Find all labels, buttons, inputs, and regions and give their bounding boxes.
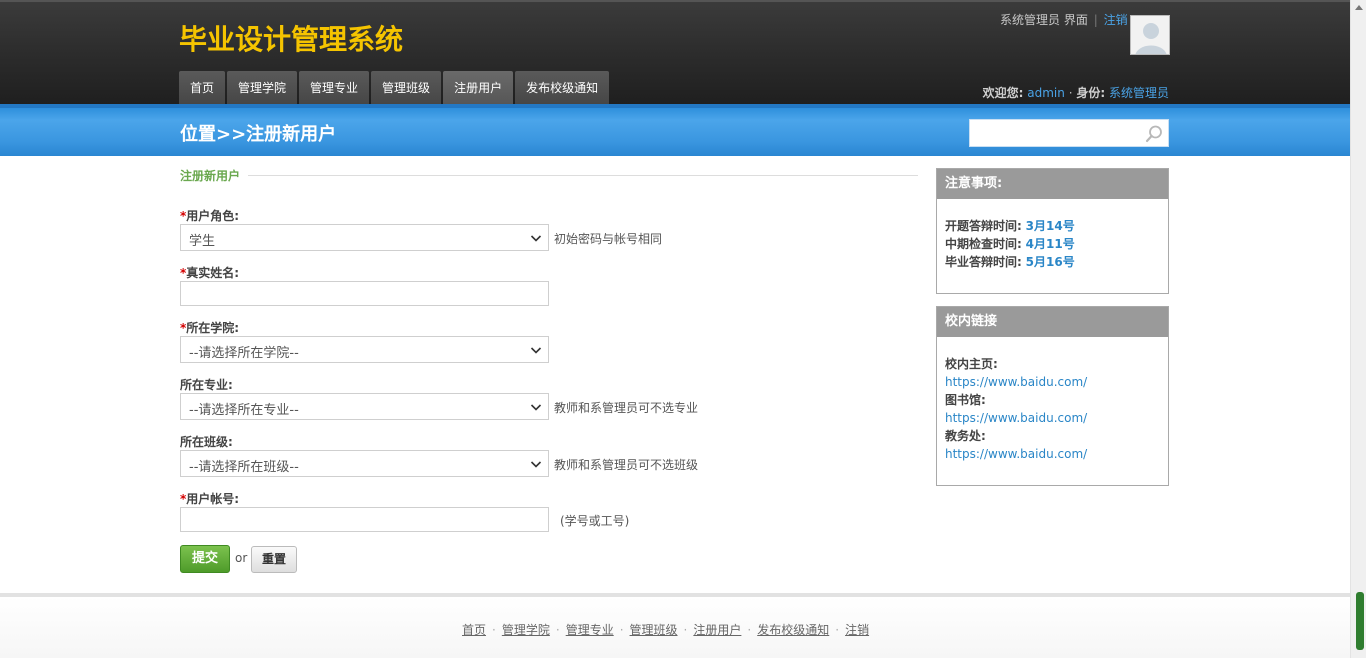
site-footer: 首页 · 管理学院 · 管理专业 · 管理班级 · 注册用户 · 发布校级通知 · 注销: [0, 593, 1350, 658]
notice-panel-body: 开题答辩时间: 3月14号 中期检查时间: 4月11号 毕业答辩时间: 5月16…: [937, 199, 1168, 281]
scroll-up-arrow-icon[interactable]: [1355, 4, 1363, 10]
divider: |: [1093, 13, 1098, 27]
footer-link-notice[interactable]: 发布校级通知: [757, 623, 829, 637]
college-field-label: *所在学院:: [180, 321, 240, 335]
footer-link-class[interactable]: 管理班级: [630, 623, 678, 637]
account-hint: (学号或工号): [560, 514, 630, 528]
footer-links: 首页 · 管理学院 · 管理专业 · 管理班级 · 注册用户 · 发布校级通知 · 注销: [462, 623, 870, 637]
submit-button[interactable]: 提交: [180, 545, 230, 573]
college-select-value: --请选择所在学院--: [189, 346, 299, 361]
major-field-label: 所在专业:: [180, 378, 233, 392]
chevron-down-icon: [530, 347, 542, 354]
nav-register-user[interactable]: 注册用户: [443, 71, 514, 106]
chevron-down-icon: [530, 404, 542, 411]
notice-panel: 注意事项: 开题答辩时间: 3月14号 中期检查时间: 4月11号 毕业答辩时间…: [936, 168, 1169, 294]
role-label: 身份:: [1076, 86, 1106, 100]
major-hint: 教师和系管理员可不选专业: [554, 401, 699, 415]
scrollbar-thumb[interactable]: [1356, 592, 1364, 650]
footer-link-home[interactable]: 首页: [462, 623, 486, 637]
section-divider: [180, 175, 918, 176]
role-link[interactable]: 系统管理员: [1109, 86, 1169, 100]
links-panel: 校内链接 校内主页: https://www.baidu.com/ 图书馆: h…: [936, 306, 1169, 486]
role-select[interactable]: 学生: [180, 224, 549, 251]
footer-link-college[interactable]: 管理学院: [502, 623, 550, 637]
avatar[interactable]: [1130, 15, 1170, 55]
notice-item: 中期检查时间: 4月11号: [945, 237, 1075, 251]
role-hint: 初始密码与帐号相同: [554, 232, 663, 246]
campus-home-link[interactable]: https://www.baidu.com/: [945, 375, 1087, 389]
role-field-label: *用户角色:: [180, 209, 240, 223]
footer-link-register[interactable]: 注册用户: [693, 623, 741, 637]
account-field-label: *用户帐号:: [180, 492, 240, 506]
account-input[interactable]: [180, 507, 549, 532]
notice-item: 毕业答辩时间: 5月16号: [945, 255, 1075, 269]
logout-link[interactable]: 注销: [1104, 13, 1128, 27]
class-field-label: 所在班级:: [180, 435, 233, 449]
username-link[interactable]: admin: [1027, 86, 1065, 100]
nav-manage-major[interactable]: 管理专业: [299, 71, 370, 106]
academic-office-link[interactable]: https://www.baidu.com/: [945, 447, 1087, 461]
realname-input[interactable]: [180, 281, 549, 306]
or-text: or: [235, 551, 248, 565]
links-panel-title: 校内链接: [937, 307, 1168, 337]
section-title: 注册新用户: [180, 167, 249, 184]
site-logo: 毕业设计管理系统: [179, 23, 404, 56]
class-select[interactable]: --请选择所在班级--: [180, 450, 549, 477]
search-icon[interactable]: [1144, 124, 1164, 144]
nav-publish-notice[interactable]: 发布校级通知: [515, 71, 610, 106]
footer-link-logout[interactable]: 注销: [845, 623, 869, 637]
links-panel-body: 校内主页: https://www.baidu.com/ 图书馆: https:…: [937, 337, 1168, 473]
welcome-label: 欢迎您:: [982, 86, 1024, 100]
location-bar: 位置>>注册新用户: [0, 104, 1350, 156]
chevron-down-icon: [530, 235, 542, 242]
search-box: [969, 119, 1169, 147]
library-link[interactable]: https://www.baidu.com/: [945, 411, 1087, 425]
role-select-value: 学生: [189, 234, 216, 249]
site-header: 毕业设计管理系统 系统管理员 界面 | 注销 首页 管理学院 管理专业 管理班级…: [0, 0, 1350, 106]
welcome-info: 欢迎您: admin · 身份: 系统管理员: [983, 84, 1169, 101]
class-hint: 教师和系管理员可不选班级: [554, 458, 699, 472]
user-avatar-icon: [1131, 16, 1169, 54]
main-nav: 首页 管理学院 管理专业 管理班级 注册用户 发布校级通知: [179, 71, 611, 106]
nav-manage-class[interactable]: 管理班级: [371, 71, 442, 106]
class-select-value: --请选择所在班级--: [189, 460, 299, 475]
search-input[interactable]: [970, 120, 1140, 146]
link-label: 教务处:: [945, 429, 986, 443]
page-title: 位置>>注册新用户: [180, 124, 337, 145]
link-label: 图书馆:: [945, 393, 986, 407]
reset-button[interactable]: 重置: [251, 546, 297, 573]
major-select[interactable]: --请选择所在专业--: [180, 393, 549, 420]
realname-field-label: *真实姓名:: [180, 266, 240, 280]
major-select-value: --请选择所在专业--: [189, 403, 299, 418]
nav-home[interactable]: 首页: [179, 71, 226, 106]
college-select[interactable]: --请选择所在学院--: [180, 336, 549, 363]
footer-link-major[interactable]: 管理专业: [566, 623, 614, 637]
page-scrollbar[interactable]: [1350, 0, 1366, 658]
link-label: 校内主页:: [945, 357, 998, 371]
top-links: 系统管理员 界面 | 注销: [1000, 11, 1128, 28]
interface-word: 界面: [1063, 13, 1088, 27]
chevron-down-icon: [530, 461, 542, 468]
current-interface-label: 系统管理员: [1000, 13, 1061, 27]
notice-panel-title: 注意事项:: [937, 169, 1168, 199]
nav-manage-college[interactable]: 管理学院: [227, 71, 298, 106]
dot-separator: ·: [1068, 86, 1073, 100]
notice-item: 开题答辩时间: 3月14号: [945, 219, 1075, 233]
